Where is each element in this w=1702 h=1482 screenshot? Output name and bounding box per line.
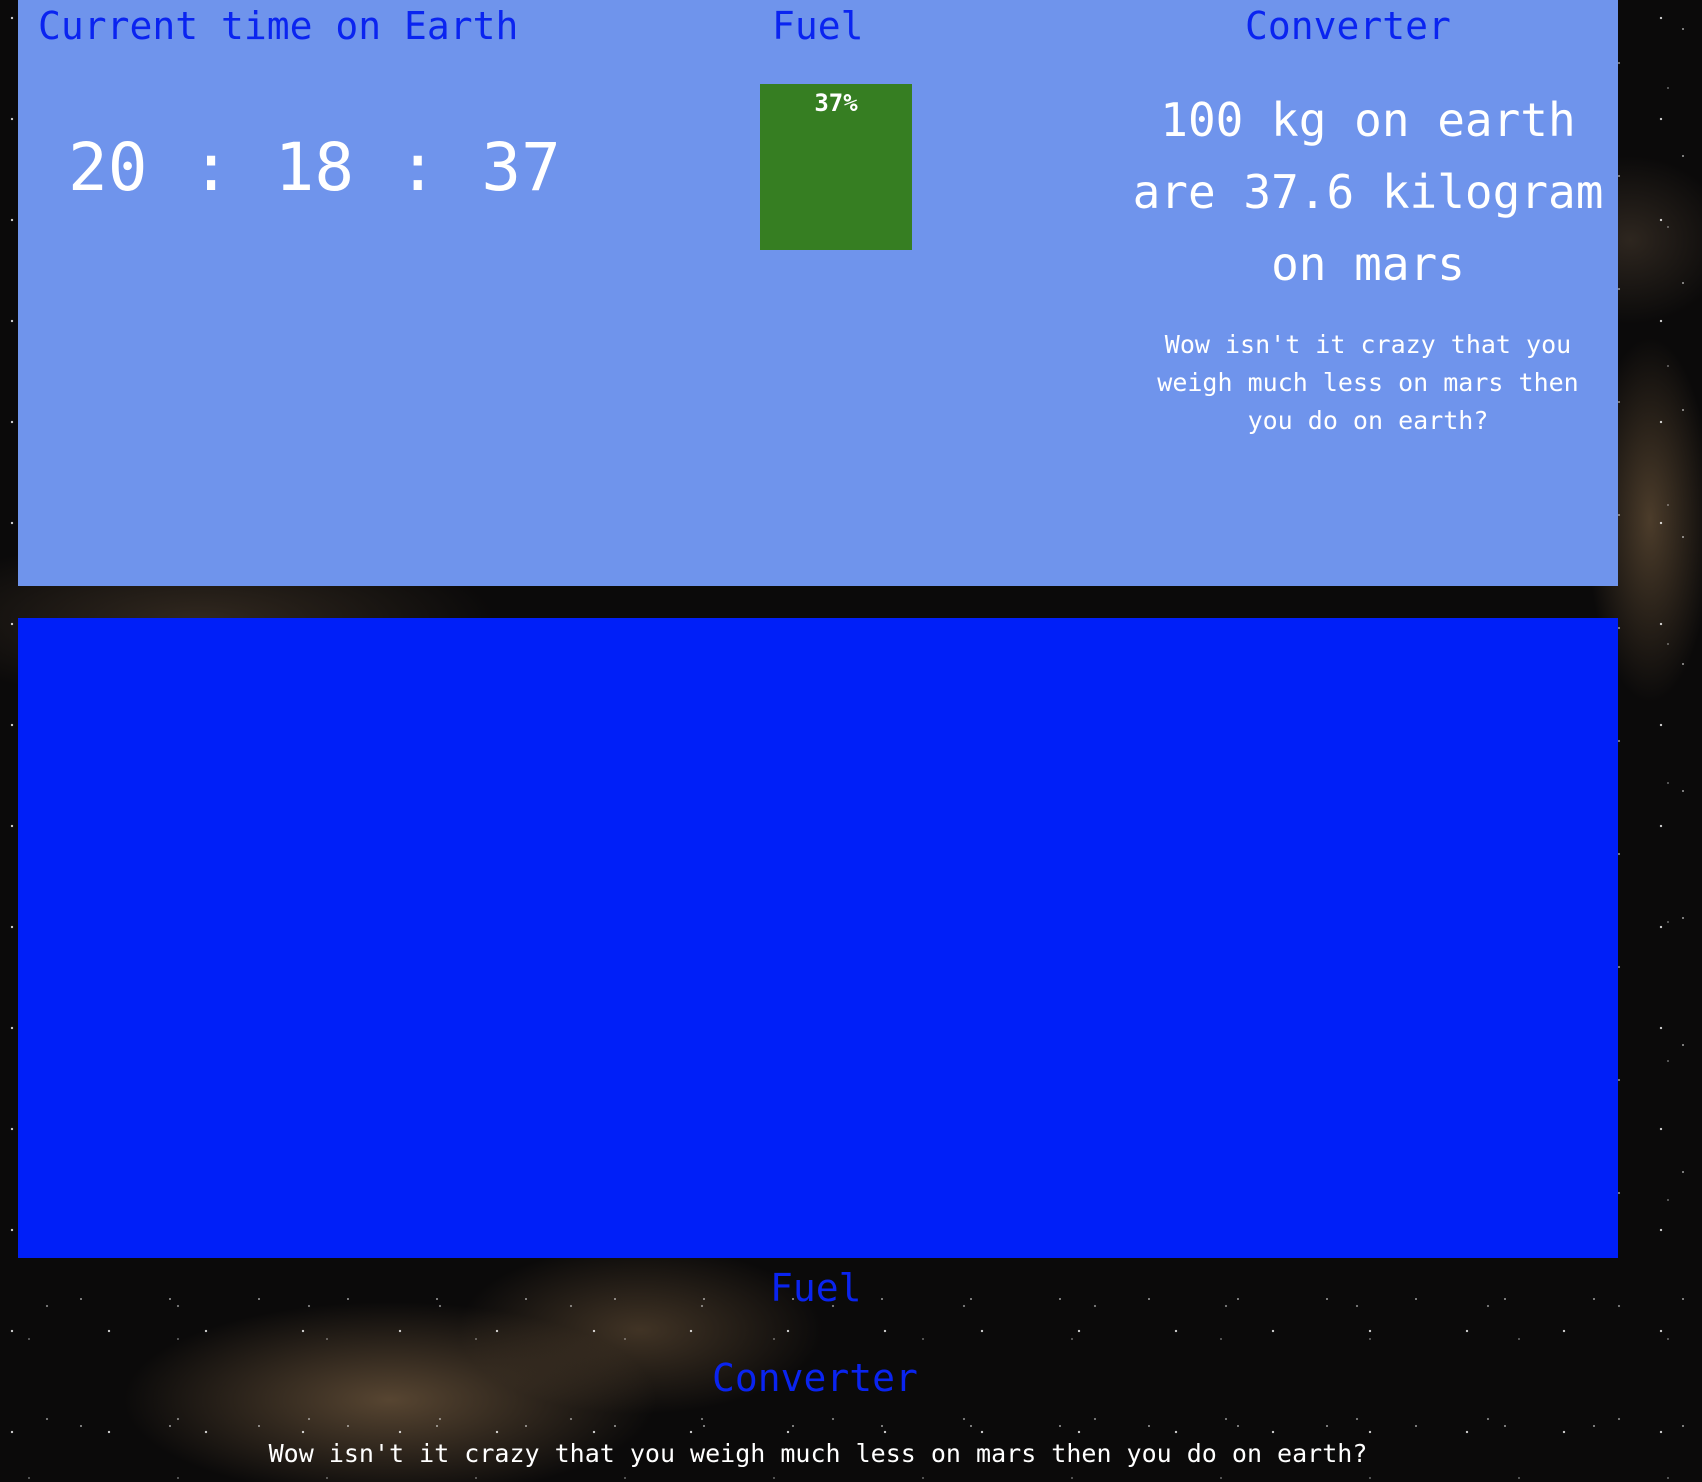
bottom-converter-heading: Converter xyxy=(712,1356,918,1400)
converter-heading: Converter xyxy=(1245,4,1451,48)
top-panel: Current time on Earth 20 : 18 : 37 Fuel … xyxy=(18,0,1618,586)
converter-result: 100 kg on earth are 37.6 kilogram on mar… xyxy=(1132,93,1604,291)
fuel-heading: Fuel xyxy=(772,4,864,48)
bottom-panel xyxy=(18,618,1618,1258)
earth-clock: 20 : 18 : 37 xyxy=(68,129,561,206)
clock-heading: Current time on Earth xyxy=(38,4,519,48)
fuel-percent-label: 37% xyxy=(814,89,858,117)
bottom-fuel-heading: Fuel xyxy=(770,1266,862,1310)
fuel-gauge: 37% xyxy=(760,84,912,250)
bottom-converter-note: Wow isn't it crazy that you weigh much l… xyxy=(268,1439,1368,1468)
converter-note: Wow isn't it crazy that you weigh much l… xyxy=(1157,330,1579,435)
